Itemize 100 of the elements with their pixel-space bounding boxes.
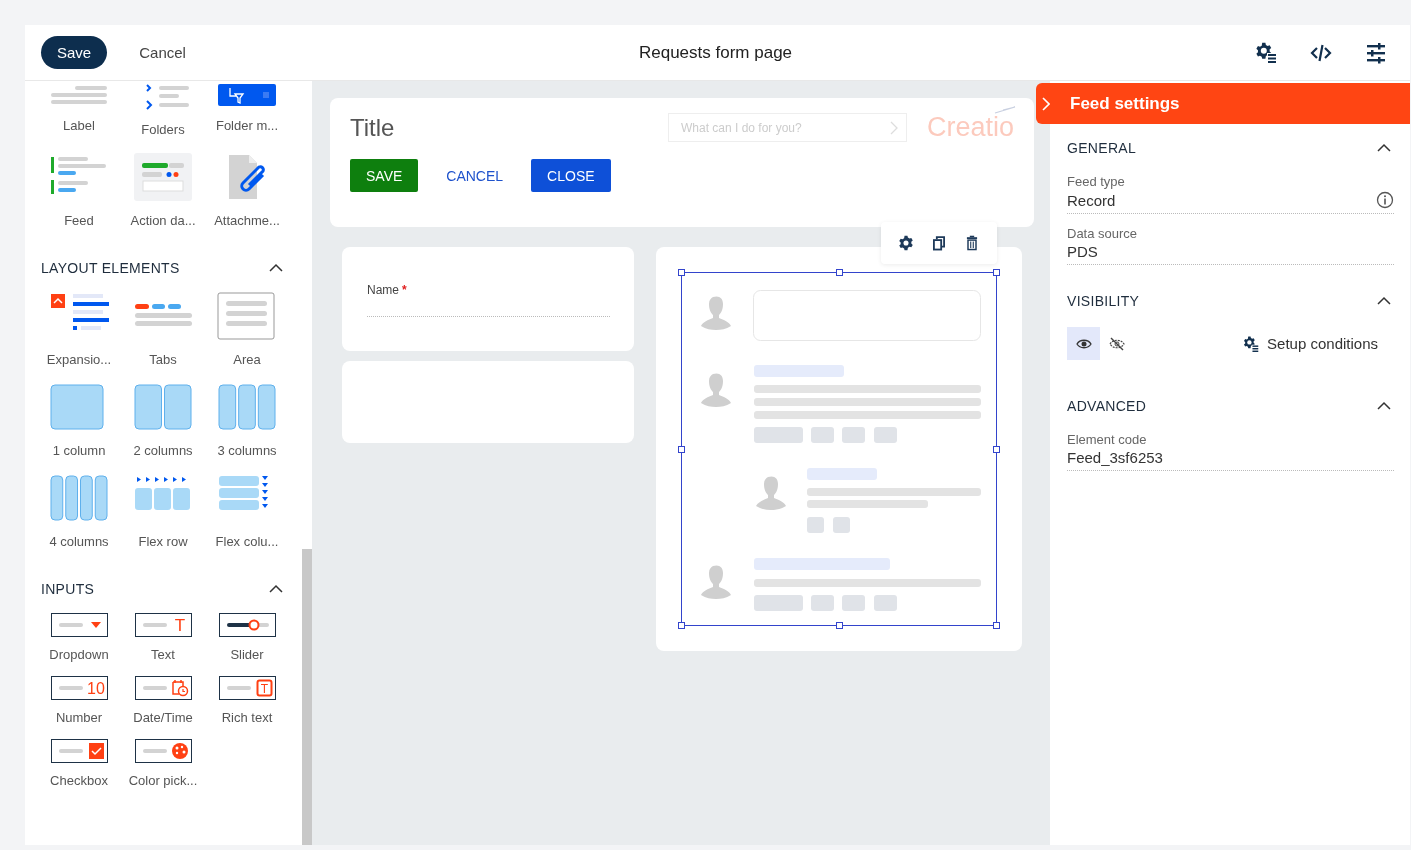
- required-mark: *: [402, 283, 407, 297]
- property-field[interactable]: Data source PDS: [1067, 226, 1394, 265]
- lines-icon: [49, 84, 109, 106]
- palette-item[interactable]: Dropdown: [37, 613, 121, 662]
- field-value: Feed_3sf6253: [1067, 449, 1163, 466]
- palette-item[interactable]: Date/Time: [121, 676, 205, 725]
- columns-icon: [133, 383, 193, 431]
- palette-item[interactable]: Feed: [37, 153, 121, 228]
- item-label: Action da...: [130, 213, 196, 228]
- section-title: GENERAL: [1067, 140, 1136, 156]
- item-label: Feed: [64, 213, 94, 228]
- resize-handle[interactable]: [836, 622, 843, 629]
- item-label: Folders: [141, 122, 185, 137]
- palette-item[interactable]: Flex colu...: [205, 474, 289, 549]
- scrollbar-thumb[interactable]: [302, 549, 312, 845]
- section-title: INPUTS: [41, 581, 95, 597]
- palette-item[interactable]: 2 columns: [121, 383, 205, 458]
- item-label: Date/Time: [133, 710, 193, 725]
- item-label: Flex row: [138, 534, 188, 549]
- chevron-up-icon[interactable]: [268, 584, 284, 594]
- close-button[interactable]: CLOSE: [531, 159, 611, 192]
- palette-item[interactable]: 3 columns: [205, 383, 289, 458]
- field-value: Record: [1067, 191, 1116, 209]
- checkbox-icon: [50, 739, 108, 763]
- item-label: 2 columns: [133, 443, 193, 458]
- palette-item[interactable]: Action da...: [121, 153, 205, 228]
- palette-item[interactable]: Attachme...: [205, 153, 289, 228]
- dashboard-icon: [133, 153, 193, 201]
- chevron-up-icon[interactable]: [1376, 143, 1392, 153]
- swoosh-icon: [994, 106, 1016, 114]
- columns-icon: [49, 474, 109, 522]
- gear-list-icon: [1243, 335, 1260, 352]
- slider-icon: [218, 613, 276, 637]
- palette-item[interactable]: T Rich text: [205, 676, 289, 725]
- palette-item[interactable]: Tabs: [121, 292, 205, 367]
- field-value: PDS: [1067, 243, 1098, 260]
- item-label: Area: [233, 352, 261, 367]
- save-button[interactable]: Save: [41, 36, 108, 69]
- panel-title: Feed settings: [1070, 93, 1180, 114]
- chevron-up-icon[interactable]: [1376, 401, 1392, 411]
- palette-item[interactable]: 4 columns: [37, 474, 121, 549]
- palette-item[interactable]: Slider: [205, 613, 289, 662]
- palette-item[interactable]: Label: [37, 84, 121, 137]
- field-label: Data source: [1067, 226, 1139, 241]
- palette-item[interactable]: T Text: [121, 613, 205, 662]
- palette-item[interactable]: Folders: [121, 84, 205, 137]
- resize-handle[interactable]: [678, 622, 685, 629]
- property-field[interactable]: Element code Feed_3sf6253: [1067, 432, 1394, 471]
- item-label: Attachme...: [214, 213, 280, 228]
- rich-text-icon: T: [218, 676, 276, 700]
- visibility-toggle[interactable]: [1067, 327, 1100, 360]
- section-title: VISIBILITY: [1067, 293, 1140, 309]
- cancel-button[interactable]: Cancel: [127, 40, 198, 65]
- palette-item[interactable]: Flex row: [121, 474, 205, 549]
- cancel-link[interactable]: CANCEL: [432, 159, 518, 192]
- resize-handle[interactable]: [678, 446, 685, 453]
- palette-item[interactable]: Checkbox: [37, 739, 121, 788]
- property-field[interactable]: Feed type Record: [1067, 174, 1394, 214]
- item-label: Tabs: [149, 352, 177, 367]
- item-label: Label: [63, 118, 95, 133]
- save-button[interactable]: SAVE: [350, 159, 419, 192]
- palette-item[interactable]: Area: [205, 292, 289, 367]
- field-label: Name: [367, 283, 399, 297]
- resize-handle[interactable]: [678, 269, 685, 276]
- chevron-up-icon[interactable]: [1376, 296, 1392, 306]
- text-input-icon: T: [134, 613, 192, 637]
- item-label: Slider: [230, 647, 264, 662]
- area-icon: [217, 292, 277, 340]
- color-palette-icon: [134, 739, 192, 763]
- item-label: Folder m...: [215, 118, 279, 133]
- number-input-icon: 10: [50, 676, 108, 700]
- resize-handle[interactable]: [836, 269, 843, 276]
- resize-handle[interactable]: [993, 269, 1000, 276]
- item-label: Color pick...: [128, 773, 198, 788]
- item-label: Flex colu...: [215, 534, 279, 549]
- palette-item[interactable]: 1 column: [37, 383, 121, 458]
- chevron-up-icon[interactable]: [268, 263, 284, 273]
- field-label: Feed type: [1067, 174, 1126, 189]
- palette-item[interactable]: Expansio...: [37, 292, 121, 367]
- item-label: Checkbox: [50, 773, 108, 788]
- resize-handle[interactable]: [993, 622, 1000, 629]
- palette-item[interactable]: 10 Number: [37, 676, 121, 725]
- item-label: Expansio...: [46, 352, 112, 367]
- chevron-right-icon: [1042, 96, 1050, 111]
- item-label: Text: [151, 647, 175, 662]
- page-title: Requests form page: [638, 42, 793, 63]
- item-label: Rich text: [221, 710, 273, 725]
- calendar-clock-icon: [134, 676, 192, 700]
- item-label: Dropdown: [49, 647, 109, 662]
- item-label: 4 columns: [49, 534, 109, 549]
- palette-item[interactable]: Color pick...: [121, 739, 205, 788]
- palette-item[interactable]: Folder m...: [205, 84, 289, 137]
- page-title-text: Title: [350, 113, 395, 142]
- chevron-right-icon: [888, 120, 899, 136]
- resize-handle[interactable]: [993, 446, 1000, 453]
- section-title: ADVANCED: [1067, 398, 1147, 414]
- item-label: 1 column: [52, 443, 106, 458]
- dropdown-icon: [50, 613, 108, 637]
- field-label: Element code: [1067, 432, 1148, 447]
- setup-conditions-link[interactable]: Setup conditions: [1243, 335, 1378, 352]
